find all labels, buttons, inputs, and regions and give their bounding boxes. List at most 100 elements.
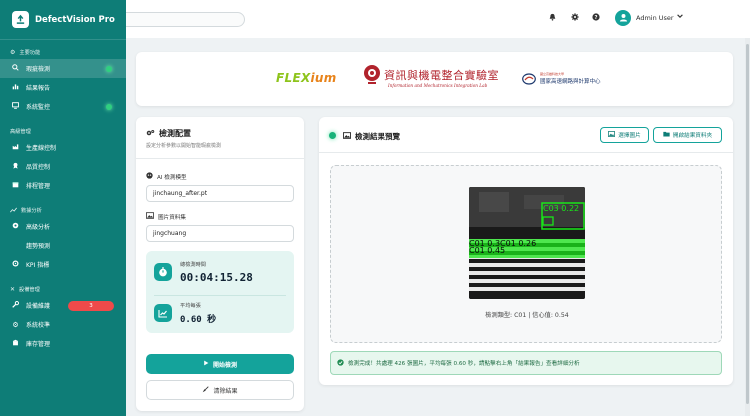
sidebar-item-label: 趨勢預測 xyxy=(26,243,51,250)
sidebar-item-label: KPI 指標 xyxy=(26,262,50,269)
gear-icon: ⚙ xyxy=(10,49,16,56)
timing-panel: 總檢測時間 00:04:15.28 平均每張 0.60 秒 xyxy=(146,251,294,333)
sidebar-item-maintenance[interactable]: 設備維護 3 xyxy=(0,296,126,315)
clear-button-label: 清除結果 xyxy=(213,387,238,395)
logo-icon xyxy=(12,11,29,28)
avg-time-value: 0.60 秒 xyxy=(180,315,217,325)
section-main: ⚙ 主要功能 xyxy=(0,46,126,59)
help-icon[interactable]: ? xyxy=(592,13,600,23)
calendar-icon xyxy=(11,181,20,190)
stopwatch-icon xyxy=(154,263,172,281)
sidebar-item-label: 生產線控制 xyxy=(26,145,57,152)
tools-icon: ✕ xyxy=(10,286,16,293)
config-subtitle: 設定分析參數以開始智能瑕疵檢測 xyxy=(146,143,222,149)
flexium-text-a: FLEX xyxy=(276,71,311,85)
brain-icon xyxy=(11,222,20,231)
section-advanced: 高級管理 xyxy=(0,125,126,138)
nkust-name: 國家高速網路與計算中心 xyxy=(540,79,601,85)
sidebar-item-label: 高級分析 xyxy=(26,224,51,231)
start-detection-button[interactable]: 開始檢測 xyxy=(146,354,294,374)
line-chart-icon xyxy=(154,304,172,322)
start-button-label: 開始檢測 xyxy=(212,361,237,369)
sidebar-item-advanced-analysis[interactable]: 高級分析 xyxy=(0,217,126,236)
partner-logos: FLEXium 資訊與機電整合實驗室 Information and Mecha… xyxy=(136,52,733,106)
flexium-logo: FLEXium xyxy=(276,71,337,85)
status-dot xyxy=(106,103,112,110)
detection-image-canvas: C03 0.22 C01 0.3C01 0.26 C01 0.45 xyxy=(469,187,585,299)
image-icon xyxy=(343,132,352,141)
sidebar-item-system-monitor[interactable]: 系統監控 xyxy=(0,97,126,116)
config-title: 檢測配置 xyxy=(146,128,191,139)
user-icon xyxy=(619,13,628,24)
monitor-icon xyxy=(11,102,20,111)
select-image-button[interactable]: 選擇圖片 xyxy=(600,127,649,143)
detection-result-image: C03 0.22 C01 0.3C01 0.26 C01 0.45 xyxy=(469,187,585,299)
config-title-text: 檢測配置 xyxy=(159,129,191,138)
target-icon xyxy=(11,260,20,269)
sidebar-item-trend-forecast[interactable]: 趨勢預測 xyxy=(0,236,126,255)
divider xyxy=(136,158,304,159)
chevron-down-icon[interactable] xyxy=(676,12,684,22)
result-preview-card: 檢測結果預覽 選擇圖片 開啟結果資料夾 C03 0.22 C01 0.3C01 … xyxy=(319,117,733,385)
detection-caption: 檢測類型: C01 | 信心值: 0.54 xyxy=(485,312,569,319)
sidebar-item-label: 品質控制 xyxy=(26,164,51,171)
dataset-label: 圖片資料集 xyxy=(146,212,186,221)
divider xyxy=(154,295,286,296)
user-name[interactable]: Admin User xyxy=(636,14,674,22)
sidebar-item-quality-control[interactable]: 品質控制 xyxy=(0,157,126,176)
folder-icon xyxy=(663,131,670,139)
scrollbar-thumb[interactable] xyxy=(746,44,749,404)
nkust-subtitle: 國立高雄科技大學 xyxy=(540,72,565,76)
user-avatar[interactable] xyxy=(615,10,631,26)
robot-icon xyxy=(146,172,153,181)
wrench-icon xyxy=(11,301,20,310)
model-select[interactable]: jinchaung_after.pt xyxy=(146,185,294,202)
alert-text: 檢測完成！共處理 426 張圖片，平均每張 0.60 秒，請點擊右上角「結果報告… xyxy=(348,361,580,367)
open-results-folder-button[interactable]: 開啟結果資料夾 xyxy=(653,127,722,143)
sidebar-item-label: 系統校準 xyxy=(26,322,51,329)
sidebar: DefectVision Pro ⚙ 主要功能 瑕疵檢測 結果報告 系統監控 高… xyxy=(0,0,126,416)
line-chart-icon xyxy=(10,207,17,215)
sidebar-item-schedule[interactable]: 排程管理 xyxy=(0,176,126,195)
sidebar-item-defect-detection[interactable]: 瑕疵檢測 xyxy=(0,59,126,78)
clear-results-button[interactable]: 清除結果 xyxy=(146,380,294,400)
check-circle-icon xyxy=(337,358,344,368)
section-analytics: 數據分析 xyxy=(0,204,126,217)
broom-icon xyxy=(202,385,210,395)
gears-icon xyxy=(146,129,155,139)
gear-icon[interactable] xyxy=(571,13,579,23)
live-status-dot xyxy=(329,132,336,139)
success-alert: 檢測完成！共處理 426 張圖片，平均每張 0.60 秒，請點擊右上角「結果報告… xyxy=(330,351,722,375)
sidebar-item-label: 系統監控 xyxy=(26,104,51,111)
svg-text:?: ? xyxy=(594,15,597,21)
nkust-logo-icon xyxy=(522,73,536,85)
sidebar-item-label: 排程管理 xyxy=(26,183,51,190)
brand[interactable]: DefectVision Pro xyxy=(0,0,126,40)
total-time-value: 00:04:15.28 xyxy=(180,271,253,284)
dataset-input[interactable]: jingchuang xyxy=(146,225,294,242)
notification-badge: 3 xyxy=(68,300,114,311)
sidebar-item-label: 結果報告 xyxy=(26,85,51,92)
section-equipment: ✕ 設備管理 xyxy=(0,283,126,296)
sidebar-item-result-report[interactable]: 結果報告 xyxy=(0,78,126,97)
sidebar-item-production-line[interactable]: 生產線控制 xyxy=(0,138,126,157)
factory-icon xyxy=(11,143,20,152)
sidebar-item-calibration[interactable]: ⚙ 系統校準 xyxy=(0,315,126,334)
image-icon xyxy=(146,212,154,221)
chart-icon xyxy=(11,83,20,92)
detection-label: C01 0.45 xyxy=(469,246,505,255)
dataset-label-text: 圖片資料集 xyxy=(158,214,186,221)
sidebar-item-inventory[interactable]: 庫存管理 xyxy=(0,334,126,353)
search-icon xyxy=(11,64,20,73)
section-title: 設備管理 xyxy=(19,287,40,293)
preview-header: 檢測結果預覽 選擇圖片 開啟結果資料夾 xyxy=(319,117,733,153)
sidebar-item-label: 瑕疵檢測 xyxy=(26,66,51,73)
detection-label: C03 0.22 xyxy=(543,204,579,213)
university-seal-icon xyxy=(364,65,380,84)
bell-icon[interactable] xyxy=(549,13,556,23)
brand-name: DefectVision Pro xyxy=(35,14,115,25)
image-preview-area[interactable]: C03 0.22 C01 0.3C01 0.26 C01 0.45 檢測類型: … xyxy=(330,165,722,343)
sidebar-item-kpi[interactable]: KPI 指標 xyxy=(0,255,126,274)
section-title: 數據分析 xyxy=(21,208,42,214)
model-label: AI 檢測模型 xyxy=(146,172,187,181)
